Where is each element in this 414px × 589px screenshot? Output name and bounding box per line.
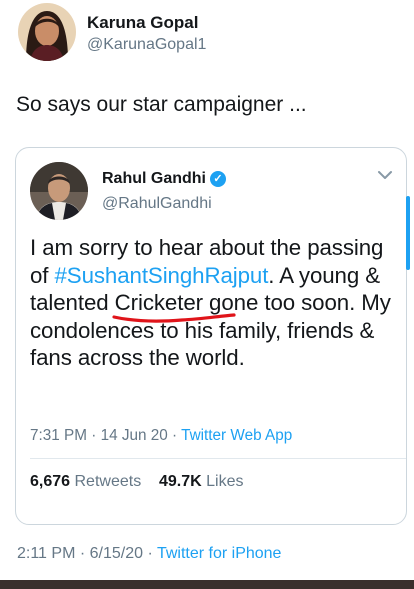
likes-count: 49.7K [158, 473, 202, 490]
red-underline-annotation [112, 312, 236, 323]
outer-tweet-source[interactable]: Twitter for iPhone [157, 545, 282, 562]
outer-author-name[interactable]: Karuna Gopal [87, 13, 198, 33]
quoted-author-handle[interactable]: @RahulGandhi [102, 195, 212, 213]
outer-tweet-date[interactable]: 6/15/20 [90, 545, 143, 562]
quoted-author-name[interactable]: Rahul Gandhi ✓ [102, 170, 226, 188]
underlined-word: Cricketer [112, 289, 236, 323]
quoted-author-name-text: Rahul Gandhi [102, 170, 206, 187]
quoted-author-avatar[interactable] [30, 162, 88, 220]
outer-tweet-meta: 2:11 PM · 6/15/20 · Twitter for iPhone [17, 545, 281, 563]
outer-author-handle[interactable]: @KarunaGopal1 [87, 36, 206, 54]
outer-author-avatar[interactable] [18, 3, 76, 61]
outer-tweet-text: So says our star campaigner ... [16, 93, 307, 116]
outer-tweet-header: Karuna Gopal @KarunaGopal1 [18, 3, 408, 65]
outer-tweet-time[interactable]: 2:11 PM [17, 545, 75, 562]
chevron-down-icon[interactable] [376, 168, 394, 182]
likes-stat[interactable]: 49.7K Likes [159, 473, 244, 490]
bottom-bar [0, 580, 414, 589]
retweets-label: Retweets [74, 473, 142, 490]
meta-separator: · [167, 427, 182, 444]
retweets-stat[interactable]: 6,676 Retweets [30, 473, 141, 490]
quoted-tweet-source[interactable]: Twitter Web App [181, 427, 292, 444]
quoted-tweet-meta: 7:31 PM · 14 Jun 20 · Twitter Web App [30, 427, 292, 445]
scrollbar-thumb[interactable] [406, 196, 410, 270]
quoted-tweet-stats: 6,676 Retweets 49.7K Likes [30, 473, 244, 491]
hashtag-link[interactable]: #SushantSinghRajput [55, 263, 269, 288]
meta-separator: · [143, 545, 157, 562]
retweets-count: 6,676 [30, 473, 71, 490]
meta-separator: · [75, 545, 90, 562]
quoted-tweet-card[interactable]: Rahul Gandhi ✓ @RahulGandhi I am sorry to… [15, 147, 407, 525]
quoted-tweet-date[interactable]: 14 Jun 20 [101, 427, 168, 444]
verified-badge-icon: ✓ [210, 171, 226, 187]
quoted-tweet-text: I am sorry to hear about the passing of … [30, 234, 396, 372]
quoted-tweet-time[interactable]: 7:31 PM [30, 427, 87, 444]
likes-label: Likes [206, 473, 244, 490]
meta-separator: · [86, 427, 101, 444]
stats-divider [30, 458, 406, 459]
